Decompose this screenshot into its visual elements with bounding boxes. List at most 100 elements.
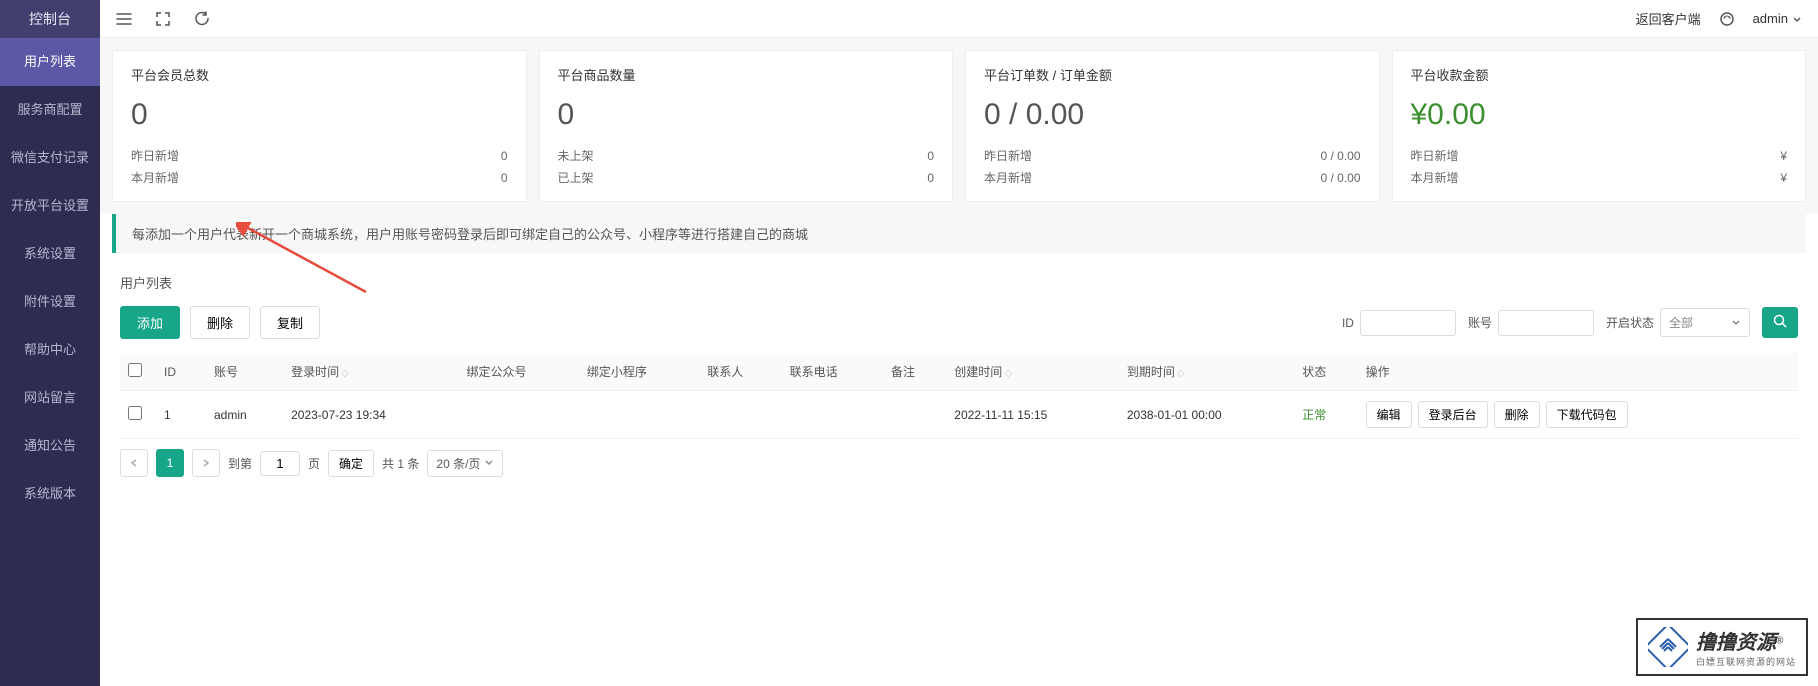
registered-icon: ®	[1776, 636, 1783, 647]
filter-account-input[interactable]	[1498, 310, 1594, 336]
next-page-button[interactable]	[192, 449, 220, 477]
back-client-link[interactable]: 返回客户端	[1636, 9, 1701, 28]
table-row: 1 admin 2023-07-23 19:34 2022-11-11 15:1…	[120, 391, 1798, 439]
chevron-left-icon	[129, 458, 139, 468]
user-name: admin	[1753, 11, 1788, 26]
cell-phone	[782, 391, 883, 439]
download-pkg-button[interactable]: 下载代码包	[1546, 401, 1628, 428]
th-contact: 联系人	[699, 353, 781, 391]
cell-login-time: 2023-07-23 19:34	[283, 391, 458, 439]
search-button[interactable]	[1762, 307, 1798, 338]
filter-status-select[interactable]: 全部	[1660, 308, 1750, 337]
stat-title: 平台收款金额	[1411, 65, 1788, 84]
chevron-down-icon	[484, 458, 494, 468]
sort-icon[interactable]: ◇	[1004, 368, 1012, 379]
watermark-subtitle: 白嫖互联网资源的网站	[1696, 655, 1796, 668]
filter-account-label: 账号	[1468, 314, 1492, 331]
sidebar-title: 控制台	[0, 0, 100, 38]
page-1-button[interactable]: 1	[156, 449, 184, 477]
th-actions: 操作	[1358, 353, 1798, 391]
stat-card-orders: 平台订单数 / 订单金额 0 / 0.00 昨日新增0 / 0.00 本月新增0…	[965, 50, 1380, 202]
toolbar: 添加 删除 复制 ID 账号 开启状态 全部	[100, 306, 1818, 353]
sidebar-item-message[interactable]: 网站留言	[0, 374, 100, 422]
per-page-select[interactable]: 20 条/页	[427, 450, 503, 477]
stat-card-products: 平台商品数量 0 未上架0 已上架0	[539, 50, 954, 202]
filter-status-label: 开启状态	[1606, 314, 1654, 331]
th-login-time: 登录时间◇	[283, 353, 458, 391]
chevron-right-icon	[201, 458, 211, 468]
stat-value: 0 / 0.00	[984, 98, 1361, 132]
refresh-icon[interactable]	[194, 11, 209, 26]
stats-row: 平台会员总数 0 昨日新增0 本月新增0 平台商品数量 0 未上架0 已上架0 …	[100, 38, 1818, 214]
sidebar-item-version[interactable]: 系统版本	[0, 470, 100, 518]
cell-expire-time: 2038-01-01 00:00	[1119, 391, 1294, 439]
watermark-logo-icon	[1648, 627, 1688, 667]
stat-value: ¥0.00	[1411, 98, 1788, 132]
total-label: 共 1 条	[382, 455, 419, 472]
section-title: 用户列表	[100, 263, 1818, 306]
delete-button[interactable]: 删除	[190, 306, 250, 339]
login-backend-button[interactable]: 登录后台	[1418, 401, 1488, 428]
sidebar-item-provider[interactable]: 服务商配置	[0, 86, 100, 134]
sidebar-item-wxpay[interactable]: 微信支付记录	[0, 134, 100, 182]
th-expire-time: 到期时间◇	[1119, 353, 1294, 391]
search-icon	[1773, 314, 1787, 328]
sidebar-item-notice[interactable]: 通知公告	[0, 422, 100, 470]
stat-title: 平台订单数 / 订单金额	[984, 65, 1361, 84]
stat-card-revenue: 平台收款金额 ¥0.00 昨日新增¥ 本月新增¥	[1392, 50, 1807, 202]
sidebar: 控制台 用户列表 服务商配置 微信支付记录 开放平台设置 系统设置 附件设置 帮…	[0, 0, 100, 686]
watermark-title: 撸撸资源	[1696, 632, 1776, 654]
cell-bind-xcx	[579, 391, 699, 439]
menu-toggle-icon[interactable]	[116, 11, 132, 27]
sidebar-item-openplatform[interactable]: 开放平台设置	[0, 182, 100, 230]
topbar: 返回客户端 admin	[100, 0, 1818, 38]
filter-id-label: ID	[1342, 316, 1354, 330]
th-create-time: 创建时间◇	[946, 353, 1119, 391]
user-dropdown[interactable]: admin	[1753, 11, 1802, 26]
th-bind-xcx: 绑定小程序	[579, 353, 699, 391]
cell-status: 正常	[1294, 391, 1357, 439]
sidebar-item-users[interactable]: 用户列表	[0, 38, 100, 86]
notice-banner: 每添加一个用户代表新开一个商城系统，用户用账号密码登录后即可绑定自己的公众号、小…	[112, 214, 1806, 253]
th-status: 状态	[1294, 353, 1357, 391]
th-remark: 备注	[883, 353, 946, 391]
fullscreen-icon[interactable]	[156, 12, 170, 26]
filter-id-input[interactable]	[1360, 310, 1456, 336]
sidebar-item-system[interactable]: 系统设置	[0, 230, 100, 278]
th-account: 账号	[206, 353, 283, 391]
chevron-down-icon	[1731, 318, 1741, 328]
stat-value: 0	[558, 98, 935, 132]
users-table: ID 账号 登录时间◇ 绑定公众号 绑定小程序 联系人 联系电话 备注 创建时间…	[120, 353, 1798, 439]
th-phone: 联系电话	[782, 353, 883, 391]
sidebar-item-help[interactable]: 帮助中心	[0, 326, 100, 374]
cell-create-time: 2022-11-11 15:15	[946, 391, 1119, 439]
goto-confirm-button[interactable]: 确定	[328, 450, 374, 477]
stat-title: 平台商品数量	[558, 65, 935, 84]
select-all-checkbox[interactable]	[128, 363, 142, 377]
sidebar-item-attachment[interactable]: 附件设置	[0, 278, 100, 326]
sort-icon[interactable]: ◇	[1177, 368, 1185, 379]
stat-card-members: 平台会员总数 0 昨日新增0 本月新增0	[112, 50, 527, 202]
th-id: ID	[156, 353, 206, 391]
cell-remark	[883, 391, 946, 439]
cell-bind-gzh	[458, 391, 578, 439]
prev-page-button[interactable]	[120, 449, 148, 477]
notice-text: 每添加一个用户代表新开一个商城系统，用户用账号密码登录后即可绑定自己的公众号、小…	[132, 227, 808, 242]
chevron-down-icon	[1792, 14, 1802, 24]
stat-value: 0	[131, 98, 508, 132]
page-label: 页	[308, 455, 320, 472]
th-bind-gzh: 绑定公众号	[458, 353, 578, 391]
watermark: 撸撸资源® 白嫖互联网资源的网站	[1636, 618, 1808, 676]
cell-account: admin	[206, 391, 283, 439]
row-checkbox[interactable]	[128, 406, 142, 420]
sort-icon[interactable]: ◇	[341, 368, 349, 379]
cell-id: 1	[156, 391, 206, 439]
add-button[interactable]: 添加	[120, 306, 180, 339]
goto-page-input[interactable]	[260, 451, 300, 476]
goto-label: 到第	[228, 455, 252, 472]
cell-contact	[699, 391, 781, 439]
copy-button[interactable]: 复制	[260, 306, 320, 339]
row-delete-button[interactable]: 删除	[1494, 401, 1540, 428]
theme-icon[interactable]	[1719, 11, 1735, 27]
edit-button[interactable]: 编辑	[1366, 401, 1412, 428]
